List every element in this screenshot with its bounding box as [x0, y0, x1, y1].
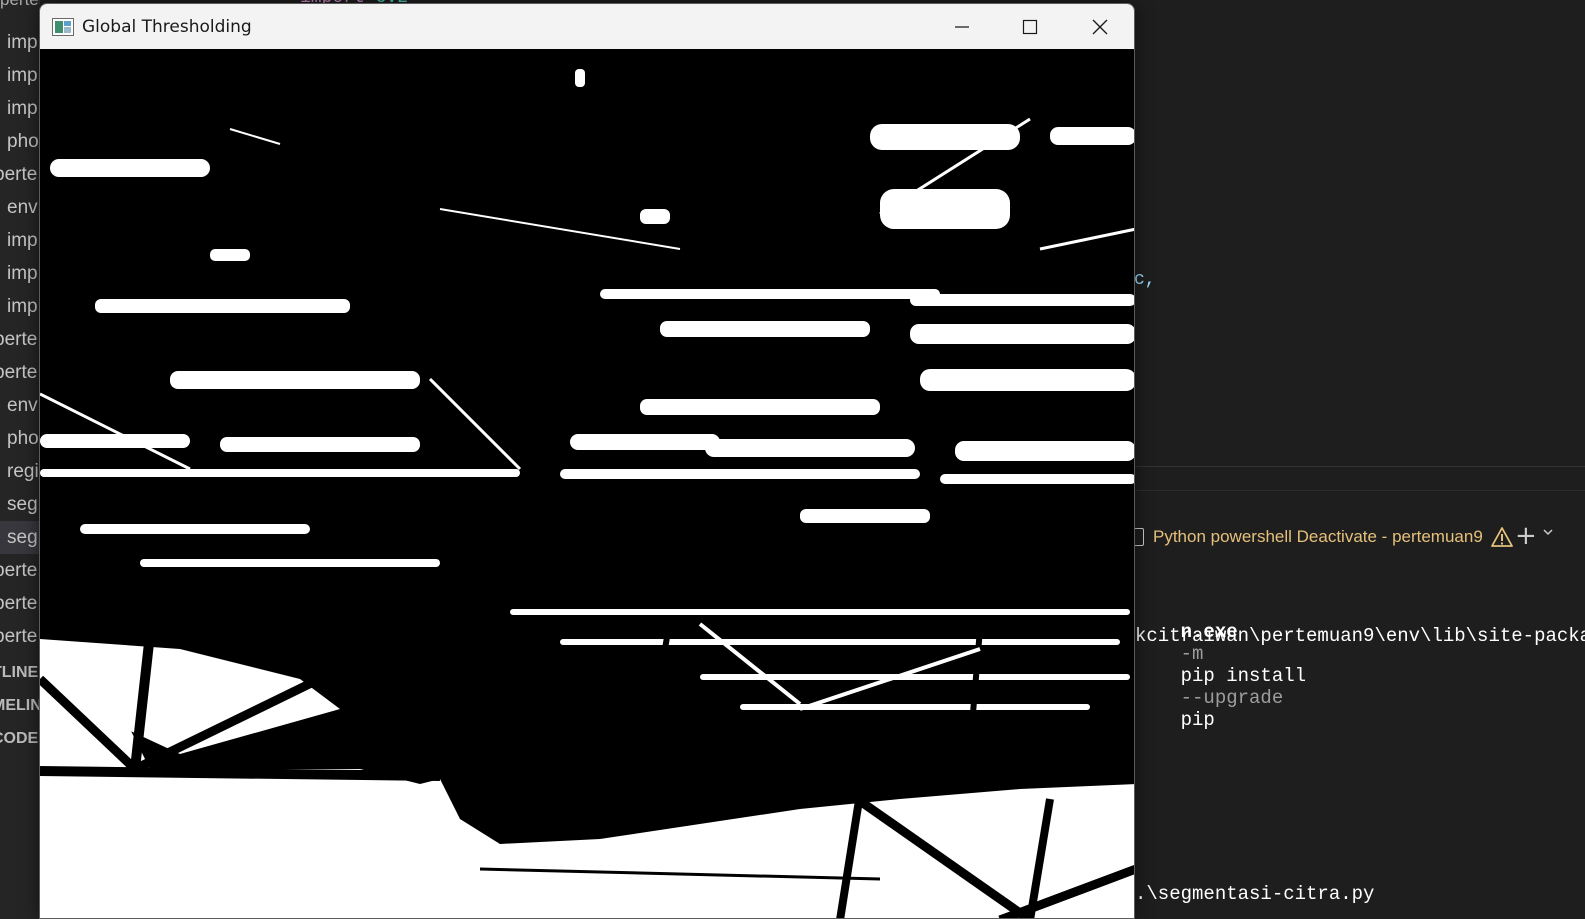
- explorer-section-header[interactable]: CODE: [0, 722, 40, 755]
- explorer-item[interactable]: imp: [0, 290, 40, 323]
- explorer-section-header[interactable]: TLINE: [0, 656, 40, 689]
- explorer-section-label: CODE: [0, 730, 39, 747]
- explorer-item[interactable]: env: [0, 389, 40, 422]
- close-icon: [1092, 19, 1108, 34]
- terminal-line-2: kcitraiwan\pertemuan9\env\lib\site-packa…: [1135, 625, 1585, 647]
- terminal-panel[interactable]: Python powershell Deactivate - pertemuan…: [1133, 491, 1585, 919]
- explorer-section-label: TLINE: [0, 664, 39, 681]
- minimize-button[interactable]: [928, 4, 996, 49]
- explorer-sidebar: pertemuan impimpimpphoperteenvimpimpimpp…: [0, 0, 40, 919]
- explorer-section-header[interactable]: MELINE: [0, 689, 40, 722]
- explorer-item[interactable]: perte: [0, 323, 37, 356]
- explorer-item[interactable]: seg: [0, 488, 40, 521]
- explorer-item[interactable]: perte: [0, 620, 37, 653]
- close-button[interactable]: [1066, 4, 1134, 49]
- window-title: Global Thresholding: [82, 16, 252, 37]
- thresholded-image: [40, 49, 1134, 918]
- explorer-item[interactable]: pho: [0, 125, 40, 158]
- terminal-header-label: Python powershell Deactivate - pertemuan…: [1153, 527, 1483, 546]
- maximize-icon: [1022, 19, 1038, 34]
- warning-icon: [1490, 527, 1513, 547]
- explorer-item[interactable]: perte: [0, 587, 37, 620]
- window-title-bar[interactable]: Global Thresholding: [40, 4, 1134, 49]
- minimize-icon: [955, 25, 969, 28]
- terminal-header[interactable]: Python powershell Deactivate - pertemuan…: [1133, 525, 1513, 549]
- explorer-item[interactable]: imp: [0, 26, 40, 59]
- explorer-item[interactable]: imp: [0, 92, 40, 125]
- explorer-item[interactable]: imp: [0, 257, 40, 290]
- terminal-line-3: .\segmentasi-citra.py: [1135, 883, 1375, 905]
- explorer-item[interactable]: seg: [0, 521, 40, 554]
- new-terminal-icon[interactable]: +: [1515, 521, 1537, 551]
- term-arg: pip: [1180, 709, 1215, 731]
- explorer-partial-header: pertemuan: [0, 0, 40, 10]
- explorer-item[interactable]: perte: [0, 356, 37, 389]
- explorer-item[interactable]: perte: [0, 158, 37, 191]
- explorer-item[interactable]: imp: [0, 59, 40, 92]
- explorer-item[interactable]: imp: [0, 224, 40, 257]
- explorer-section-label: MELINE: [0, 697, 40, 714]
- explorer-item[interactable]: pho: [0, 422, 40, 455]
- code-fragment: c,: [1134, 270, 1156, 290]
- chevron-down-icon[interactable]: [1543, 527, 1553, 537]
- maximize-button[interactable]: [996, 4, 1064, 49]
- app-icon: [52, 17, 74, 36]
- explorer-item[interactable]: env: [0, 191, 40, 224]
- thresholded-image-render: [40, 49, 1134, 918]
- global-thresholding-window[interactable]: Global Thresholding: [39, 3, 1135, 919]
- term-cmd: pip install: [1180, 665, 1307, 687]
- explorer-item[interactable]: regi: [0, 455, 40, 488]
- terminal-line-1: n.exe -m pip install --upgrade pip: [1135, 599, 1306, 753]
- explorer-item[interactable]: perte: [0, 554, 37, 587]
- editor-pane: [1135, 0, 1585, 466]
- term-opt: --upgrade: [1180, 687, 1284, 709]
- panel-divider: [1135, 466, 1585, 467]
